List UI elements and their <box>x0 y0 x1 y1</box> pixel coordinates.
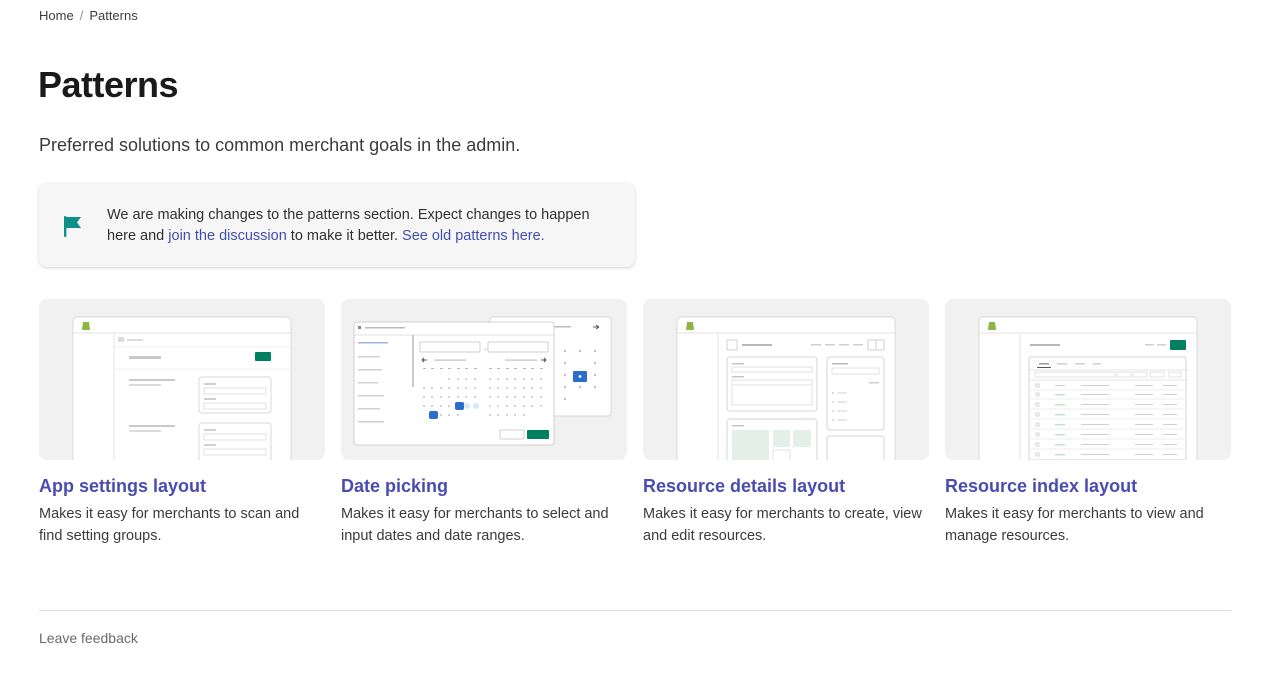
banner-message: We are making changes to the patterns se… <box>107 205 617 247</box>
join-discussion-link[interactable]: join the discussion <box>168 228 287 244</box>
old-patterns-link[interactable]: See old patterns here. <box>402 228 545 244</box>
breadcrumb-home-link[interactable]: Home <box>39 8 74 23</box>
svg-text:→: → <box>482 346 488 352</box>
app-settings-thumbnail <box>39 299 325 460</box>
leave-feedback-link[interactable]: Leave feedback <box>39 630 138 646</box>
pattern-card-date-picking[interactable]: → Date picking Makes it easy for merchan… <box>341 299 627 547</box>
pattern-card-resource-index[interactable]: Resource index layout Makes it easy for … <box>945 299 1231 547</box>
breadcrumb-current: Patterns <box>89 8 138 23</box>
card-title[interactable]: App settings layout <box>39 476 325 497</box>
card-description: Makes it easy for merchants to select an… <box>341 506 609 544</box>
card-title[interactable]: Resource index layout <box>945 476 1231 497</box>
card-title[interactable]: Resource details layout <box>643 476 929 497</box>
pattern-card-app-settings[interactable]: App settings layout Makes it easy for me… <box>39 299 325 547</box>
pattern-card-resource-details[interactable]: Resource details layout Makes it easy fo… <box>643 299 929 547</box>
resource-details-thumbnail <box>643 299 929 460</box>
flag-icon <box>64 216 81 237</box>
card-description: Makes it easy for merchants to create, v… <box>643 506 922 544</box>
card-title[interactable]: Date picking <box>341 476 627 497</box>
page-title: Patterns <box>38 64 179 105</box>
banner-text-middle: to make it better. <box>286 228 403 244</box>
footer-divider <box>39 610 1231 611</box>
card-description: Makes it easy for merchants to view and … <box>945 506 1204 544</box>
page-subtitle: Preferred solutions to common merchant g… <box>39 135 521 155</box>
resource-index-thumbnail <box>945 299 1231 460</box>
info-banner: We are making changes to the patterns se… <box>39 183 635 267</box>
breadcrumb-separator: / <box>79 8 84 23</box>
date-picking-thumbnail: → <box>341 299 627 460</box>
breadcrumb: Home / Patterns <box>39 8 138 23</box>
card-description: Makes it easy for merchants to scan and … <box>39 506 300 544</box>
